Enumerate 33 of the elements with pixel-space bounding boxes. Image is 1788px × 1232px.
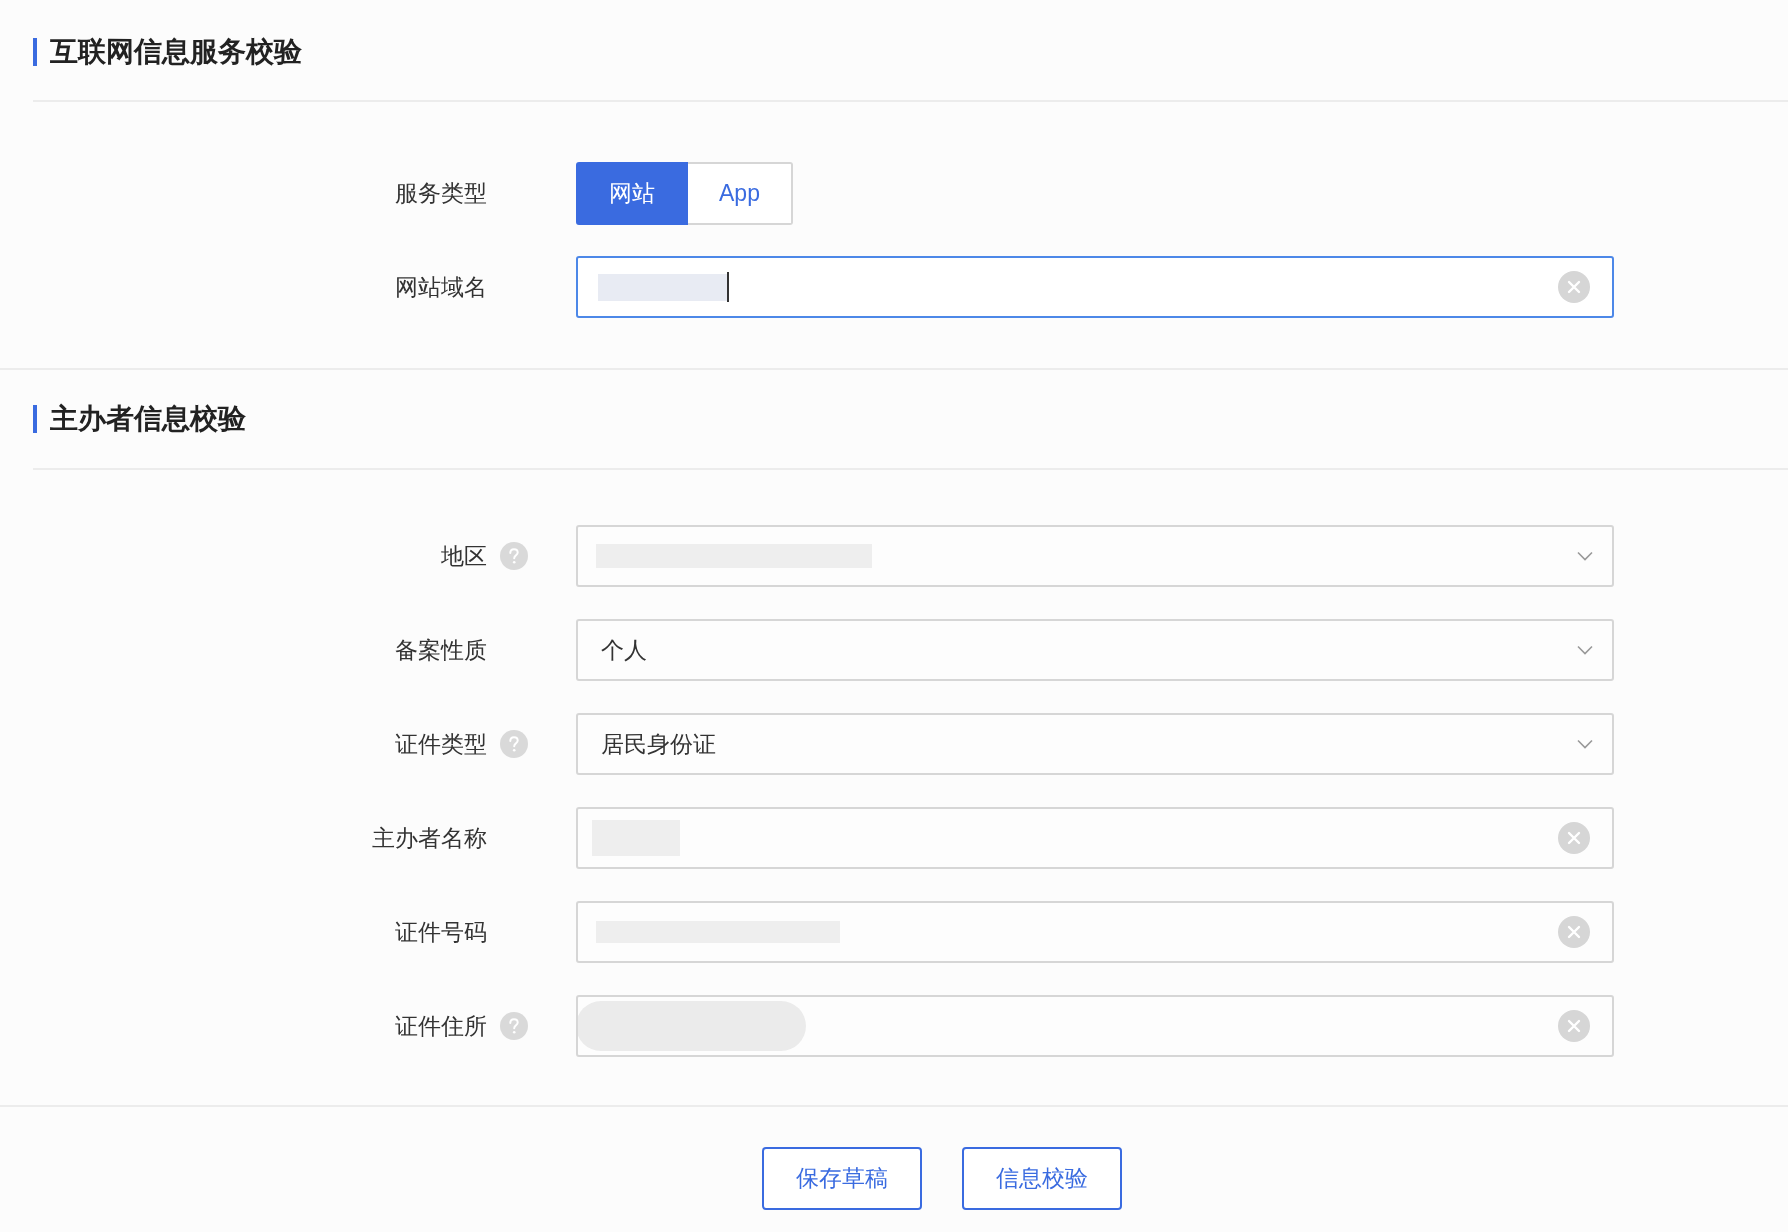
chevron-down-icon[interactable]	[1577, 739, 1593, 749]
field-label: 证件住所	[395, 1011, 487, 1041]
clear-icon[interactable]	[1558, 916, 1590, 948]
field-label: 主办者名称	[372, 823, 487, 853]
section-title: 主办者信息校验	[50, 402, 246, 436]
accent-bar-icon	[33, 405, 37, 433]
help-icon[interactable]	[500, 1012, 528, 1040]
field-label: 证件号码	[395, 917, 487, 947]
accent-bar-icon	[33, 38, 37, 66]
field-value: 居民身份证	[601, 729, 716, 759]
segmented-option[interactable]: 网站	[576, 162, 688, 225]
chevron-down-icon[interactable]	[1577, 645, 1593, 655]
field-label: 服务类型	[395, 179, 487, 208]
field-label: 证件类型	[395, 729, 487, 759]
select-field[interactable]: 居民身份证	[576, 713, 1614, 775]
text-cursor-icon	[727, 272, 729, 302]
input-field[interactable]	[576, 256, 1614, 318]
field-value: 个人	[601, 635, 647, 665]
help-icon[interactable]	[500, 730, 528, 758]
action-button[interactable]: 保存草稿	[762, 1147, 922, 1210]
field-label: 备案性质	[395, 635, 487, 665]
action-button[interactable]: 信息校验	[962, 1147, 1122, 1210]
clear-icon[interactable]	[1558, 1010, 1590, 1042]
clear-icon[interactable]	[1558, 271, 1590, 303]
chevron-down-icon[interactable]	[1577, 551, 1593, 561]
select-field[interactable]	[576, 525, 1614, 587]
select-field[interactable]: 个人	[576, 619, 1614, 681]
section-title: 互联网信息服务校验	[50, 35, 302, 69]
field-label: 网站域名	[395, 272, 487, 302]
help-icon[interactable]	[500, 542, 528, 570]
clear-icon[interactable]	[1558, 822, 1590, 854]
segmented-option[interactable]: App	[688, 162, 793, 225]
field-label: 地区	[441, 541, 487, 571]
